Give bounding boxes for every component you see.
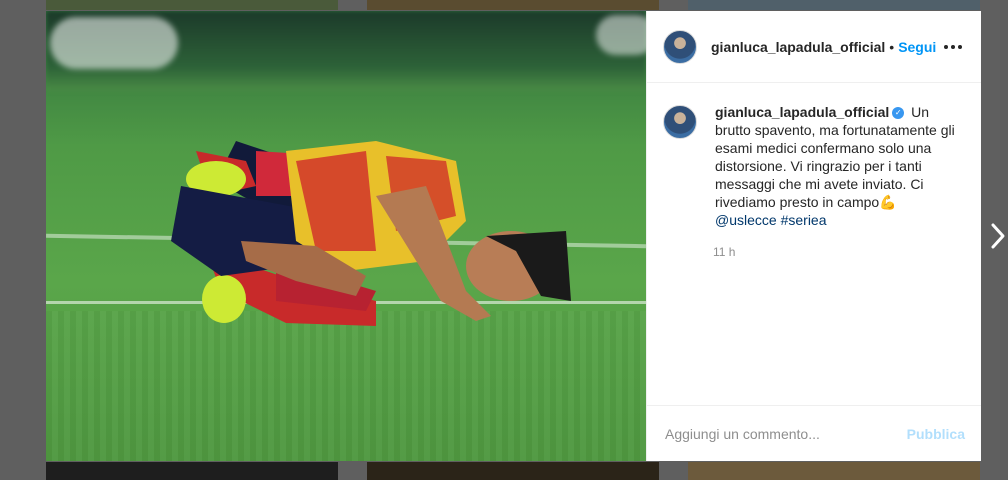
header-separator: • bbox=[889, 38, 895, 55]
comments-section: gianluca_lapadula_official ✓ Un brutto sp… bbox=[647, 83, 981, 405]
feed-tile-bottom-3[interactable] bbox=[688, 462, 980, 480]
feed-tile-top-2[interactable] bbox=[367, 0, 659, 10]
feed-tile-top-3[interactable] bbox=[688, 0, 980, 10]
player-figure bbox=[171, 141, 571, 326]
caption-author-username[interactable]: gianluca_lapadula_official bbox=[715, 104, 889, 120]
caption-comment: gianluca_lapadula_official ✓ Un brutto sp… bbox=[663, 103, 965, 229]
chevron-right-icon[interactable] bbox=[990, 222, 1006, 250]
post-header: gianluca_lapadula_official • Segui bbox=[647, 11, 981, 83]
caption-text-block: gianluca_lapadula_official ✓ Un brutto sp… bbox=[715, 103, 955, 229]
flexed-biceps-icon: 💪 bbox=[879, 194, 897, 210]
hashtag-link[interactable]: #seriea bbox=[781, 212, 827, 228]
comment-composer: Pubblica bbox=[647, 405, 981, 461]
comment-input[interactable] bbox=[663, 424, 907, 443]
post-sidebar: gianluca_lapadula_official • Segui gianl… bbox=[646, 11, 981, 461]
more-options-icon[interactable] bbox=[941, 35, 965, 59]
post-modal: gianluca_lapadula_official • Segui gianl… bbox=[46, 11, 981, 461]
publish-comment-button[interactable]: Pubblica bbox=[907, 426, 965, 442]
feed-tile-bottom-1[interactable] bbox=[46, 462, 338, 480]
verified-badge-icon: ✓ bbox=[892, 107, 905, 120]
author-avatar[interactable] bbox=[663, 29, 697, 64]
post-timestamp[interactable]: 11 h bbox=[713, 245, 965, 259]
feed-tile-bottom-2[interactable] bbox=[367, 462, 659, 480]
author-username[interactable]: gianluca_lapadula_official bbox=[711, 39, 885, 55]
post-photo[interactable] bbox=[46, 11, 646, 461]
feed-tile-top-1[interactable] bbox=[46, 0, 338, 10]
mention-link[interactable]: @uslecce bbox=[715, 212, 777, 228]
caption-author-avatar[interactable] bbox=[663, 105, 697, 139]
follow-button[interactable]: Segui bbox=[898, 39, 936, 55]
